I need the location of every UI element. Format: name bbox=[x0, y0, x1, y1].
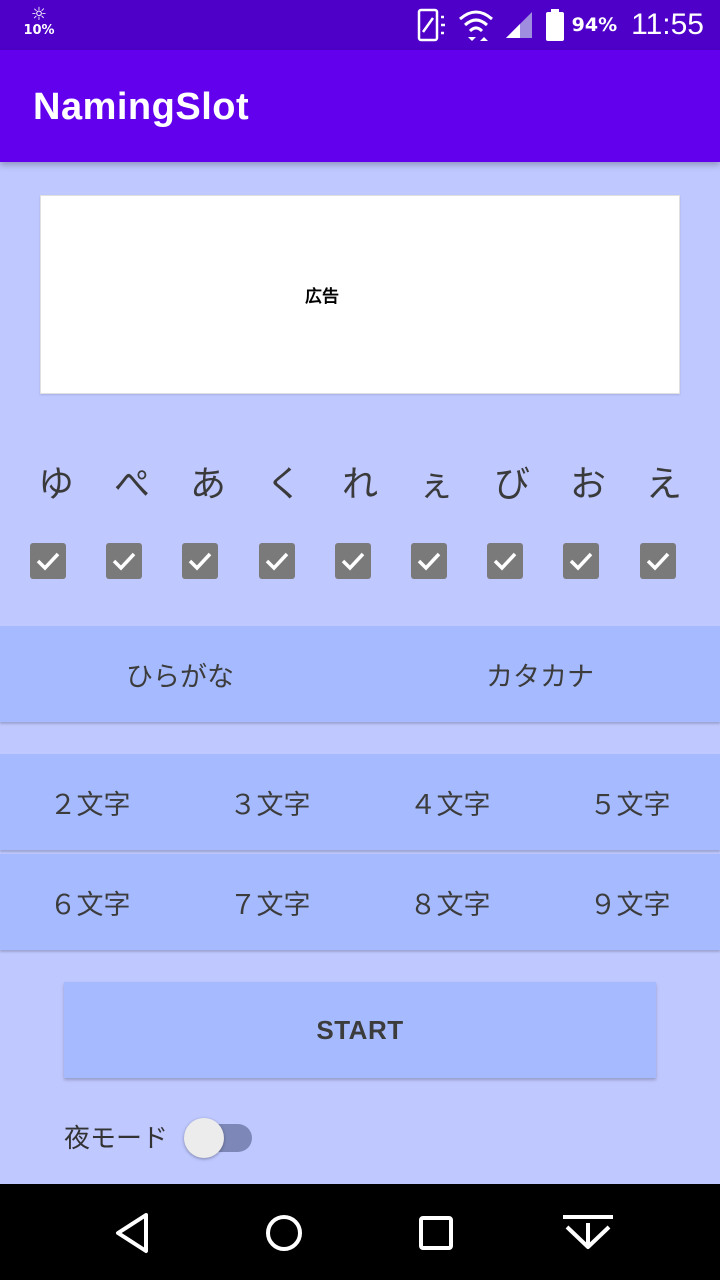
kana-slot-9: え bbox=[645, 464, 682, 505]
brightness-percent: 10% bbox=[23, 23, 55, 38]
vibrate-icon bbox=[417, 8, 445, 42]
home-icon bbox=[266, 1215, 302, 1251]
check-icon bbox=[570, 552, 593, 571]
check-icon bbox=[417, 552, 441, 571]
script-type-row: ひらがな カタカナ bbox=[0, 626, 720, 722]
ad-label: 広告 bbox=[305, 287, 339, 307]
recents-button[interactable] bbox=[401, 1198, 471, 1268]
battery-icon bbox=[545, 9, 564, 41]
length-5-button[interactable]: ５文字 bbox=[540, 754, 720, 850]
night-mode-label: 夜モード bbox=[64, 1124, 169, 1154]
check-icon bbox=[341, 552, 365, 571]
kana-slot-7: び bbox=[493, 464, 530, 505]
katakana-button[interactable]: カタカナ bbox=[360, 626, 720, 722]
check-icon bbox=[113, 552, 136, 571]
signal-icon bbox=[505, 12, 532, 38]
ad-banner[interactable]: 広告 bbox=[40, 195, 680, 394]
back-button[interactable] bbox=[97, 1198, 167, 1268]
kana-slot-2: ぺ bbox=[113, 464, 150, 505]
app-bar: NamingSlot bbox=[0, 50, 720, 162]
check-icon bbox=[189, 552, 212, 571]
kana-slot-4: く bbox=[265, 464, 302, 505]
lock-checkbox-4[interactable] bbox=[258, 543, 295, 579]
length-7-button[interactable]: ７文字 bbox=[180, 854, 360, 950]
lock-checkbox-2[interactable] bbox=[106, 543, 143, 579]
home-button[interactable] bbox=[249, 1198, 319, 1268]
check-icon bbox=[265, 552, 288, 571]
check-icon bbox=[36, 552, 60, 571]
kana-slot-5: れ bbox=[341, 464, 378, 505]
lock-checkbox-8[interactable] bbox=[563, 543, 600, 579]
length-4-button[interactable]: ４文字 bbox=[360, 754, 540, 850]
length-8-button[interactable]: ８文字 bbox=[360, 854, 540, 950]
check-icon bbox=[646, 552, 669, 571]
brightness-icon: ☼ bbox=[30, 4, 48, 25]
lock-checkbox-6[interactable] bbox=[411, 543, 448, 579]
length-row-1: ２文字 ３文字 ４文字 ５文字 bbox=[0, 754, 720, 850]
check-icon bbox=[493, 552, 517, 571]
hiragana-button[interactable]: ひらがな bbox=[0, 626, 360, 722]
length-2-button[interactable]: ２文字 bbox=[0, 754, 180, 850]
status-icons: 94% 11:55 bbox=[414, 0, 704, 50]
hide-nav-button[interactable] bbox=[553, 1198, 623, 1268]
hide-navigation-icon bbox=[563, 1215, 613, 1249]
back-icon bbox=[116, 1213, 148, 1253]
battery-percent: 94% bbox=[571, 14, 618, 36]
length-3-button[interactable]: ３文字 bbox=[180, 754, 360, 850]
kana-slot-3: あ bbox=[189, 464, 226, 505]
lock-checkbox-9[interactable] bbox=[639, 543, 676, 579]
wifi-icon bbox=[458, 10, 493, 41]
kana-slot-6: ぇ bbox=[417, 464, 454, 505]
brightness-indicator: ☼ 10% bbox=[22, 6, 56, 38]
length-6-button[interactable]: ６文字 bbox=[0, 854, 180, 950]
clock: 11:55 bbox=[631, 8, 704, 41]
night-mode-switch[interactable] bbox=[184, 1118, 254, 1158]
status-bar: ☼ 10% 94% 11:55 bbox=[0, 0, 720, 50]
app-title: NamingSlot bbox=[33, 86, 250, 128]
lock-checkbox-3[interactable] bbox=[182, 543, 219, 579]
length-row-2: ６文字 ７文字 ８文字 ９文字 bbox=[0, 854, 720, 950]
start-button[interactable]: START bbox=[64, 982, 656, 1078]
lock-checkbox-1[interactable] bbox=[30, 543, 67, 579]
length-9-button[interactable]: ９文字 bbox=[540, 854, 720, 950]
navigation-bar bbox=[0, 1184, 720, 1280]
kana-slot-8: お bbox=[569, 464, 606, 505]
lock-checkbox-7[interactable] bbox=[487, 543, 524, 579]
lock-checkbox-5[interactable] bbox=[334, 543, 371, 579]
kana-slot-row: ゆ ぺ あ く れ ぇ び お え bbox=[18, 455, 702, 515]
switch-thumb bbox=[184, 1118, 224, 1158]
recents-icon bbox=[419, 1216, 453, 1250]
kana-slot-1: ゆ bbox=[37, 464, 74, 505]
lock-checkbox-row bbox=[10, 543, 696, 583]
